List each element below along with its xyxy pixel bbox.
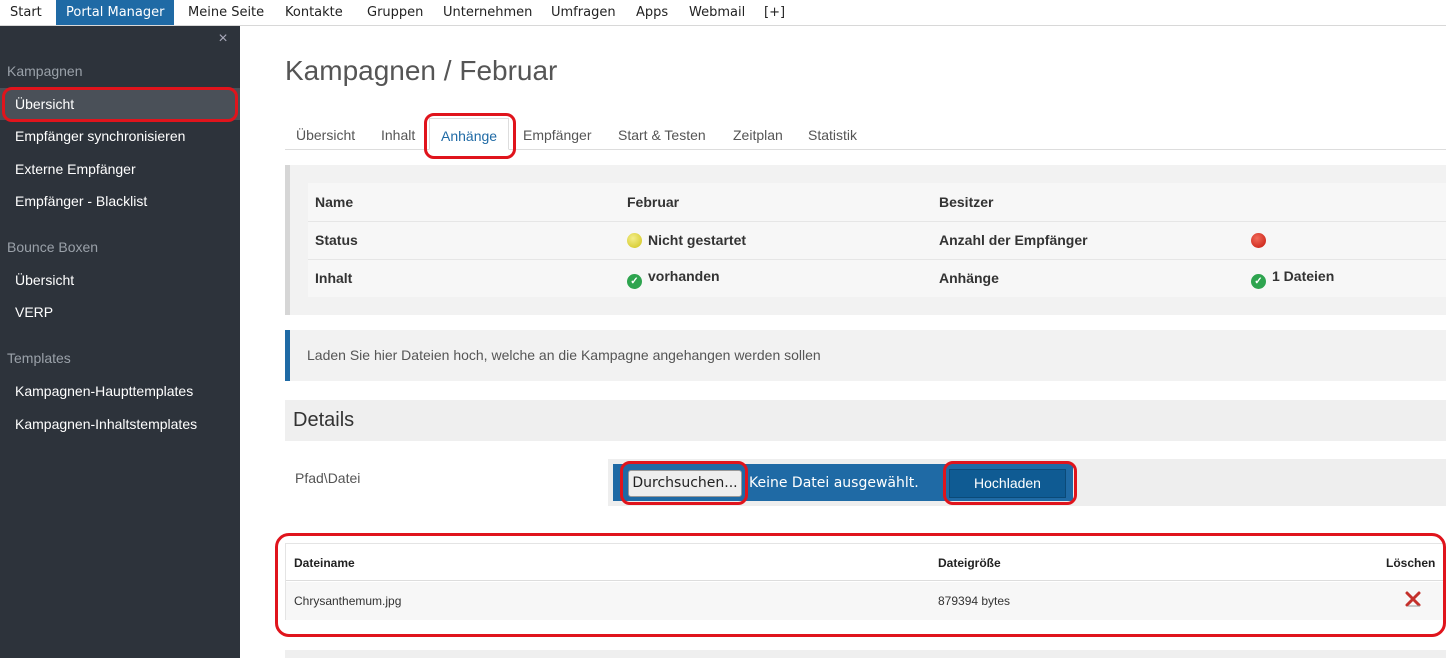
- nav-kontakte[interactable]: Kontakte: [275, 0, 353, 25]
- sidebar-section-kampagnen: Kampagnen: [7, 63, 83, 79]
- top-navigation: Start Portal Manager Meine Seite Kontakt…: [0, 0, 1446, 26]
- attachments-table: Dateiname Dateigröße Löschen Chrysanthem…: [285, 543, 1446, 620]
- tab-anhaenge[interactable]: Anhänge: [429, 118, 510, 150]
- summary-key: Inhalt: [308, 258, 620, 297]
- summary-value: Februar: [620, 183, 932, 221]
- sidebar-item-kampagnen-inhaltstemplates[interactable]: Kampagnen-Inhaltstemplates: [0, 408, 240, 440]
- summary-value: Nicht gestartet: [620, 220, 932, 259]
- tab-statistik[interactable]: Statistik: [808, 118, 857, 150]
- file-size: 879394 bytes: [938, 594, 1011, 608]
- sidebar-item-kampagnen-haupttemplates[interactable]: Kampagnen-Haupttemplates: [0, 375, 240, 407]
- nav-start[interactable]: Start: [0, 0, 52, 25]
- sidebar-item-empfaenger-synchronisieren[interactable]: Empfänger synchronisieren: [0, 120, 240, 152]
- close-icon[interactable]: ×: [215, 30, 231, 48]
- summary-key: Anhänge: [932, 258, 1244, 297]
- nav-gruppen[interactable]: Gruppen: [357, 0, 433, 25]
- nav-meine-seite[interactable]: Meine Seite: [178, 0, 274, 25]
- bottom-section: [285, 650, 1446, 658]
- status-pending-icon: [627, 233, 642, 248]
- delete-icon[interactable]: [1404, 590, 1422, 608]
- file-name: Chrysanthemum.jpg: [294, 594, 402, 608]
- browse-button[interactable]: Durchsuchen...: [628, 470, 742, 497]
- summary-key: Anzahl der Empfänger: [932, 220, 1244, 259]
- path-label: Pfad\Datei: [295, 470, 361, 486]
- nav-portal-manager[interactable]: Portal Manager: [56, 0, 175, 25]
- sidebar-section-bounce-boxen: Bounce Boxen: [7, 239, 99, 255]
- sidebar-item-bounce-uebersicht[interactable]: Übersicht: [0, 264, 240, 296]
- summary-value: ✓ 1 Dateien: [1244, 258, 1446, 297]
- summary-key: Besitzer: [932, 183, 1244, 221]
- sidebar-section-templates: Templates: [7, 350, 71, 366]
- check-icon: ✓: [627, 273, 642, 289]
- summary-value: [1244, 183, 1446, 221]
- summary-value: [1244, 220, 1446, 259]
- content-status: vorhanden: [648, 267, 720, 284]
- sidebar-item-empfaenger-blacklist[interactable]: Empfänger - Blacklist: [0, 185, 240, 217]
- summary-row-status: Status Nicht gestartet Anzahl der Empfän…: [308, 220, 1446, 259]
- check-icon: ✓: [1251, 273, 1266, 289]
- table-header: Dateiname Dateigröße Löschen: [286, 544, 1445, 581]
- tab-uebersicht[interactable]: Übersicht: [296, 118, 355, 150]
- info-callout: Laden Sie hier Dateien hoch, welche an d…: [285, 330, 1446, 381]
- sidebar-item-kampagnen-uebersicht[interactable]: Übersicht: [0, 88, 240, 120]
- attachments-count: 1 Dateien: [1272, 267, 1335, 284]
- nav-add-tab[interactable]: [+]: [754, 0, 795, 25]
- summary-key: Name: [308, 183, 620, 221]
- summary-value: ✓ vorhanden: [620, 258, 932, 297]
- no-file-text: Keine Datei ausgewählt.: [749, 475, 919, 491]
- campaign-summary: Name Februar Besitzer Status Nicht gesta…: [285, 165, 1446, 315]
- recipients-missing-icon: [1251, 233, 1266, 248]
- column-header-filename: Dateiname: [294, 556, 355, 570]
- summary-row-name: Name Februar Besitzer: [308, 183, 1446, 221]
- nav-unternehmen[interactable]: Unternehmen: [433, 0, 542, 25]
- table-row: Chrysanthemum.jpg 879394 bytes: [286, 582, 1445, 620]
- campaign-tabs: Übersicht Inhalt Anhänge Empfänger Start…: [285, 118, 1446, 150]
- tab-inhalt[interactable]: Inhalt: [381, 118, 415, 150]
- details-heading: Details: [285, 400, 1446, 441]
- tab-empfaenger[interactable]: Empfänger: [523, 118, 591, 150]
- page-title: Kampagnen / Februar: [285, 55, 558, 86]
- summary-key: Status: [308, 220, 620, 259]
- nav-apps[interactable]: Apps: [626, 0, 678, 25]
- column-header-filesize: Dateigröße: [938, 556, 1001, 570]
- tab-start-testen[interactable]: Start & Testen: [618, 118, 706, 150]
- tab-zeitplan[interactable]: Zeitplan: [733, 118, 783, 150]
- sidebar-item-externe-empfaenger[interactable]: Externe Empfänger: [0, 153, 240, 185]
- nav-webmail[interactable]: Webmail: [679, 0, 755, 25]
- status-text: Nicht gestartet: [648, 232, 747, 248]
- column-header-delete: Löschen: [1386, 556, 1436, 570]
- summary-row-content: Inhalt ✓ vorhanden Anhänge ✓ 1 Dateien: [308, 258, 1446, 297]
- sidebar: × Kampagnen Übersicht Empfänger synchron…: [0, 26, 240, 658]
- upload-button[interactable]: Hochladen: [949, 469, 1066, 498]
- summary-table: Name Februar Besitzer Status Nicht gesta…: [308, 183, 1446, 297]
- nav-umfragen[interactable]: Umfragen: [541, 0, 626, 25]
- sidebar-item-verp[interactable]: VERP: [0, 296, 240, 328]
